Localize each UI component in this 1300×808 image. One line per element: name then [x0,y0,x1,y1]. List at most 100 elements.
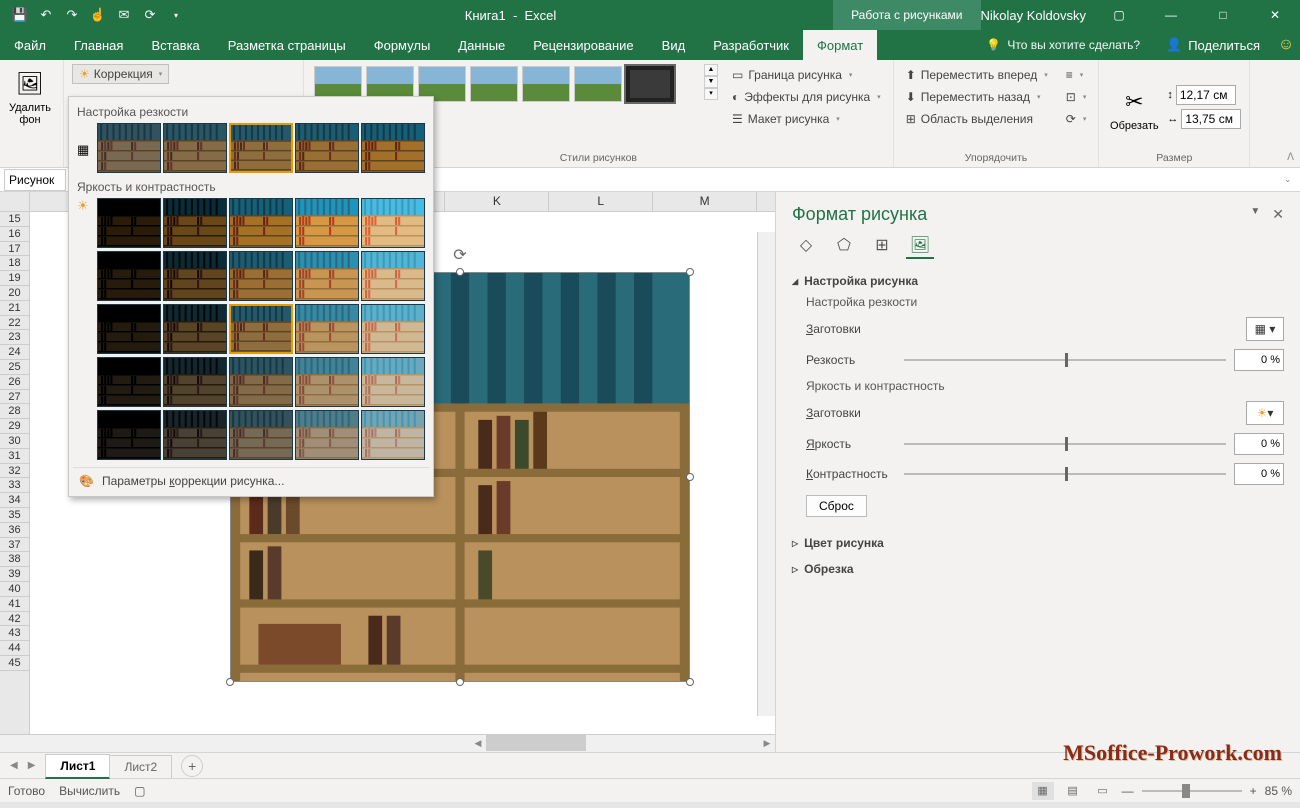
brightness-value[interactable] [1234,433,1284,455]
brightness-contrast-thumb[interactable] [361,357,425,407]
resize-handle[interactable] [456,268,464,276]
pagebreak-view-icon[interactable]: ▭ [1092,782,1114,800]
macro-record-icon[interactable]: ▢ [134,784,145,798]
tell-me-search[interactable]: 💡 Что вы хотите сделать? [972,30,1154,60]
row-header[interactable]: 22 [0,316,29,331]
formula-expand-icon[interactable]: ⌄ [1284,174,1300,185]
sharpness-thumb[interactable] [295,123,359,173]
sheet-nav[interactable]: ◀▶ [0,758,45,773]
share-button[interactable]: 👤 Поделиться [1154,30,1272,60]
sharpness-slider[interactable] [904,359,1226,361]
picture-style-thumb[interactable] [470,66,518,102]
minimize-icon[interactable]: — [1152,0,1190,30]
rotate-button[interactable]: ⟳▾ [1062,108,1091,130]
scroll-right-icon[interactable]: ▶ [759,735,775,752]
row-header[interactable]: 44 [0,641,29,656]
sharpness-thumb[interactable] [229,123,293,173]
row-header[interactable]: 35 [0,508,29,523]
row-header[interactable]: 24 [0,345,29,360]
resize-handle[interactable] [686,268,694,276]
pane-tab-effects-icon[interactable]: ⬠ [830,233,858,259]
tab-pagelayout[interactable]: Разметка страницы [214,30,360,60]
brightness-contrast-thumb[interactable] [97,198,161,248]
row-header[interactable]: 17 [0,242,29,257]
section-crop[interactable]: ▷Обрезка [792,559,1284,579]
sheet-tab-1[interactable]: Лист1 [45,754,110,779]
row-header[interactable]: 23 [0,330,29,345]
brightness-contrast-thumb[interactable] [229,198,293,248]
row-header[interactable]: 33 [0,478,29,493]
undo-icon[interactable]: ↶ [34,3,58,27]
tab-view[interactable]: Вид [648,30,700,60]
brightness-preset-icon[interactable]: ☀ [77,198,89,214]
tab-home[interactable]: Главная [60,30,137,60]
brightness-contrast-thumb[interactable] [97,304,161,354]
width-input[interactable] [1181,109,1241,129]
resize-handle[interactable] [686,678,694,686]
brightness-contrast-thumb[interactable] [97,251,161,301]
brightness-contrast-thumb[interactable] [295,357,359,407]
row-header[interactable]: 26 [0,375,29,390]
maximize-icon[interactable]: □ [1204,0,1242,30]
row-header[interactable]: 41 [0,597,29,612]
brightness-slider[interactable] [904,443,1226,445]
sharpness-presets-button[interactable]: ▦ ▾ [1246,317,1284,341]
resize-handle[interactable] [226,678,234,686]
row-header[interactable]: 31 [0,449,29,464]
touch-icon[interactable]: ☝ [86,3,110,27]
brightness-contrast-thumb[interactable] [163,304,227,354]
col-header[interactable]: M [653,192,757,211]
select-all-corner[interactable] [0,192,30,211]
tab-format[interactable]: Формат [803,30,877,60]
save-icon[interactable]: 💾 [8,3,32,27]
brightness-contrast-thumb[interactable] [295,410,359,460]
brightness-presets-button[interactable]: ☀ ▾ [1246,401,1284,425]
corrections-dropdown-button[interactable]: ☀ Коррекция ▾ [72,64,169,84]
collapse-ribbon-icon[interactable]: ᐱ [1287,152,1294,163]
brightness-contrast-thumb[interactable] [163,251,227,301]
row-header[interactable]: 27 [0,390,29,405]
brightness-contrast-thumb[interactable] [229,251,293,301]
brightness-contrast-thumb[interactable] [163,410,227,460]
contrast-slider[interactable] [904,473,1226,475]
zoom-slider[interactable] [1142,790,1242,792]
reset-button[interactable]: Сброс [806,495,867,517]
height-input[interactable] [1176,85,1236,105]
picture-border-button[interactable]: ▭Граница рисунка▾ [728,64,885,86]
add-sheet-button[interactable]: + [181,755,203,777]
row-header[interactable]: 25 [0,360,29,375]
row-header[interactable]: 43 [0,626,29,641]
brightness-contrast-thumb[interactable] [295,198,359,248]
resize-handle[interactable] [456,678,464,686]
section-picture-corrections[interactable]: ◢Настройка рисунка [792,271,1284,291]
sharpness-thumb[interactable] [97,123,161,173]
brightness-contrast-thumb[interactable] [97,357,161,407]
send-backward-button[interactable]: ⬇Переместить назад▾ [902,86,1052,108]
row-header[interactable]: 42 [0,612,29,627]
vertical-scrollbar[interactable] [757,232,775,716]
ribbon-display-icon[interactable]: ▢ [1100,0,1138,30]
brightness-contrast-thumb[interactable] [295,251,359,301]
rotate-handle-icon[interactable]: ⟳ [453,245,466,265]
pane-tab-picture-icon[interactable]: 🖼 [906,233,934,259]
row-header[interactable]: 40 [0,582,29,597]
pagelayout-view-icon[interactable]: ▤ [1062,782,1084,800]
sync-icon[interactable]: ⟳ [138,3,162,27]
tab-formulas[interactable]: Формулы [360,30,445,60]
section-picture-color[interactable]: ▷Цвет рисунка [792,533,1284,553]
row-header[interactable]: 38 [0,552,29,567]
sharpness-preset-icon[interactable]: ▦ [77,142,89,158]
contrast-value[interactable] [1234,463,1284,485]
row-header[interactable]: 16 [0,227,29,242]
brightness-contrast-thumb[interactable] [163,357,227,407]
row-header[interactable]: 39 [0,567,29,582]
brightness-contrast-thumb[interactable] [229,357,293,407]
row-header[interactable]: 19 [0,271,29,286]
bring-forward-button[interactable]: ⬆Переместить вперед▾ [902,64,1052,86]
brightness-contrast-thumb[interactable] [361,410,425,460]
row-header[interactable]: 34 [0,493,29,508]
gallery-scroll[interactable]: ▲▼▾ [704,64,718,100]
name-box[interactable] [4,169,66,191]
picture-effects-button[interactable]: ◐Эффекты для рисунка▾ [728,86,885,108]
correction-options-button[interactable]: 🎨 Параметры коррекции рисунка... [73,467,429,492]
